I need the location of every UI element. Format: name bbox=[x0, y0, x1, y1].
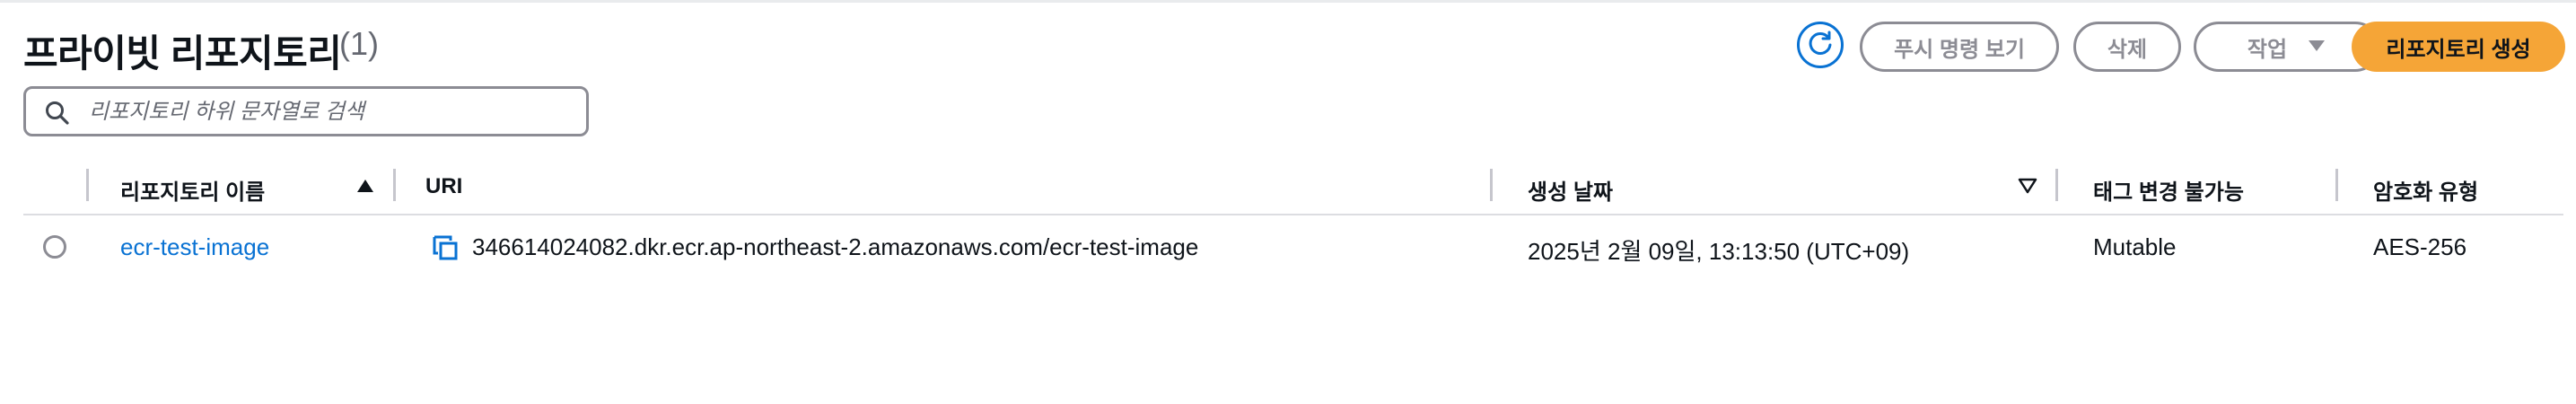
caret-down-icon bbox=[2307, 34, 2326, 59]
row-select-radio[interactable] bbox=[43, 235, 66, 259]
table-row: ecr-test-image 346614024082.dkr.ecr.ap-n… bbox=[23, 219, 2563, 277]
repository-name-link[interactable]: ecr-test-image bbox=[120, 233, 269, 261]
create-repository-button[interactable]: 리포지토리 생성 bbox=[2352, 22, 2565, 72]
column-header-uri[interactable]: URI bbox=[425, 174, 462, 199]
column-divider[interactable] bbox=[2055, 169, 2058, 201]
search-input[interactable] bbox=[87, 96, 575, 128]
created-date: 2025년 2월 09일, 13:13:50 (UTC+09) bbox=[1528, 238, 1910, 265]
column-header-encryption[interactable]: 암호화 유형 bbox=[2373, 174, 2478, 206]
repository-count: (1) bbox=[339, 25, 379, 62]
view-push-commands-button[interactable]: 푸시 명령 보기 bbox=[1860, 22, 2059, 72]
copy-icon[interactable] bbox=[431, 233, 460, 267]
table-header: 리포지토리 이름 URI 생성 날짜 태그 변경 불가능 암호화 유형 bbox=[23, 165, 2563, 215]
sort-ascending-icon[interactable] bbox=[355, 178, 375, 198]
refresh-button[interactable] bbox=[1797, 22, 1844, 68]
delete-button[interactable]: 삭제 bbox=[2073, 22, 2181, 72]
column-header-created-at[interactable]: 생성 날짜 bbox=[1528, 174, 1613, 206]
column-divider[interactable] bbox=[2335, 169, 2338, 201]
column-divider[interactable] bbox=[393, 169, 396, 201]
column-divider[interactable] bbox=[1490, 169, 1493, 201]
refresh-icon bbox=[1807, 30, 1834, 61]
column-header-repository-name[interactable]: 리포지토리 이름 bbox=[120, 174, 265, 206]
encryption-type-value: AES-256 bbox=[2373, 233, 2467, 260]
actions-label: 작업 bbox=[2247, 37, 2288, 62]
column-header-tag-immutability[interactable]: 태그 변경 불가능 bbox=[2093, 174, 2244, 206]
tag-immutability-value: Mutable bbox=[2093, 233, 2177, 260]
repository-uri: 346614024082.dkr.ecr.ap-northeast-2.amaz… bbox=[472, 233, 1199, 260]
column-divider bbox=[86, 169, 89, 201]
sort-descending-icon[interactable] bbox=[2018, 178, 2037, 198]
table-header-divider bbox=[23, 214, 2563, 215]
search-field[interactable] bbox=[23, 86, 589, 136]
search-icon bbox=[44, 100, 71, 131]
page-title: 프라이빗 리포지토리 bbox=[23, 32, 342, 75]
top-divider bbox=[0, 0, 2576, 3]
